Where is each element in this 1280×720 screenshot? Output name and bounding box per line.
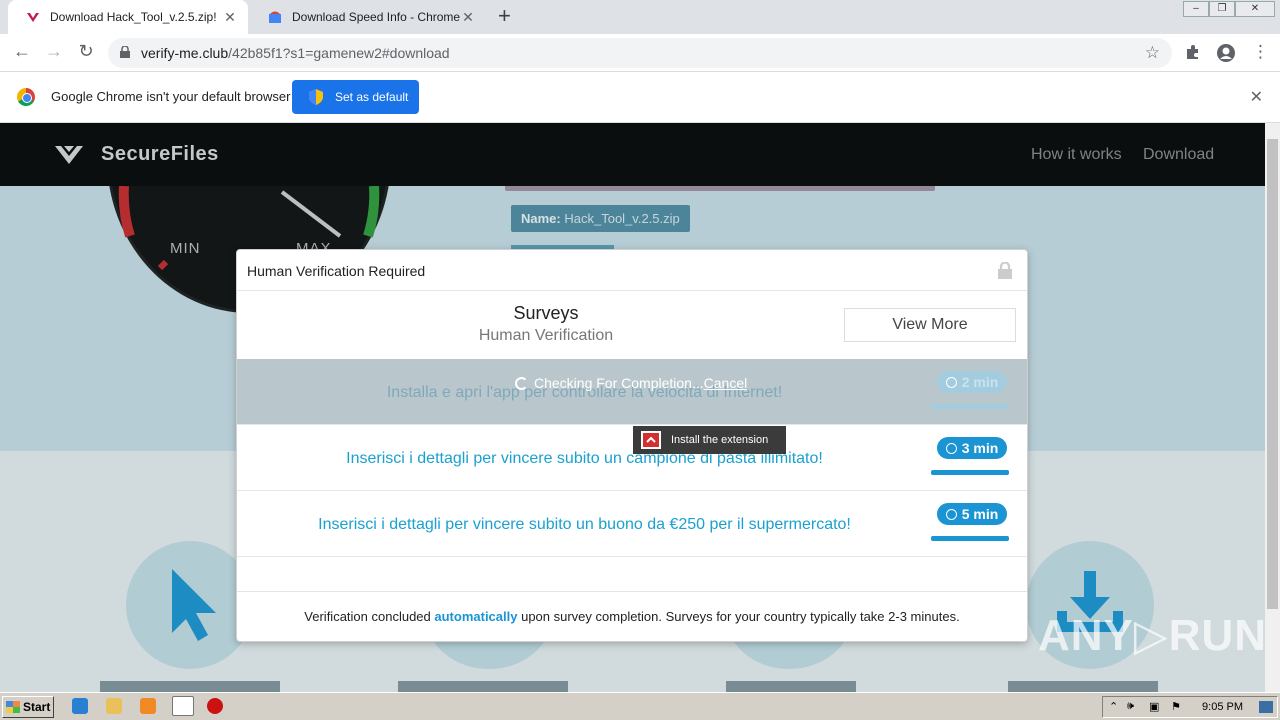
chrome-logo-icon [17,88,35,106]
install-extension-tooltip[interactable]: Install the extension [633,426,786,454]
menu-kebab-icon[interactable]: ⋮ [1252,42,1269,62]
footer-highlight: automatically [434,609,518,624]
footer-text-end: upon survey completion. Surveys for your… [517,609,960,624]
url-text: verify-me.club/42b85f1?s1=gamenew2#downl… [141,45,450,61]
scrollbar-thumb[interactable] [1267,139,1278,609]
spinner-icon [515,376,528,390]
tab-close-icon[interactable]: ✕ [222,9,238,25]
windows-logo-icon [6,701,20,713]
tray-arrow-icon[interactable]: ⌃ [1109,700,1118,713]
system-tray: ⌃ 🕪 ▣ ⚑ 9:05 PM [1102,696,1278,718]
start-button[interactable]: Start [2,696,54,718]
offer-time-badge: 3 min [937,437,1007,459]
address-bar[interactable]: verify-me.club/42b85f1?s1=gamenew2#downl… [108,38,1172,68]
anyrun-watermark: ANY▷RUN [1038,611,1268,660]
tab-close-icon[interactable]: ✕ [460,9,476,25]
clock-icon [945,376,957,388]
offer-progress-bar [931,536,1009,541]
opera-icon[interactable] [207,698,223,714]
page-scrollbar[interactable] [1265,123,1280,692]
modal-header: Human Verification Required [237,250,1027,291]
view-more-button[interactable]: View More [844,308,1016,342]
clock-time: 9:05 PM [1202,701,1243,713]
verification-modal: Human Verification Required Surveys Huma… [236,249,1028,642]
new-tab-button[interactable]: + [498,5,511,27]
offer-progress-bar [931,404,1009,409]
bookmark-star-icon[interactable]: ☆ [1145,43,1160,63]
extension-chevron-icon [641,431,661,449]
tab-download-speed-info[interactable]: Download Speed Info - Chrome Web ✕ [250,0,486,34]
cancel-link[interactable]: Cancel [704,375,748,391]
tooltip-text: Install the extension [671,434,769,446]
web-page: SecureFiles How it works Download MIN MA… [0,123,1265,692]
reload-icon[interactable]: ↻ [74,41,98,62]
tab-download-hack-tool[interactable]: Download Hack_Tool_v.2.5.zip! ✕ [8,0,248,34]
modal-footer: Verification concluded automatically upo… [237,591,1027,641]
offer-progress-bar [931,470,1009,475]
tab-title: Download Speed Info - Chrome Web [292,10,462,24]
webstore-favicon-icon [269,11,281,23]
show-desktop-icon[interactable] [1259,701,1273,713]
set-as-default-button[interactable]: Set as default [292,80,419,114]
url-path: /42b85f1?s1=gamenew2#download [228,45,450,61]
chrome-taskbar-icon[interactable] [172,696,194,716]
restore-icon[interactable]: ❐ [1209,1,1235,17]
network-icon[interactable]: ▣ [1149,700,1159,713]
surveys-subtitle: Human Verification [478,327,614,344]
offer-row[interactable]: Inserisci i dettagli per vincere subito … [237,425,1027,491]
explorer-folder-icon[interactable] [106,698,122,714]
back-icon[interactable]: ← [10,41,34,62]
padlock-icon [998,262,1012,279]
tab-strip: Download Hack_Tool_v.2.5.zip! ✕ Download… [0,0,1280,34]
flag-icon[interactable]: ⚑ [1171,700,1181,713]
window-close-icon[interactable]: ✕ [1235,1,1275,17]
offer-time-badge: 5 min [937,503,1007,525]
site-favicon-icon [27,13,39,22]
extensions-puzzle-icon[interactable] [1185,44,1201,60]
offer-time: 5 min [961,506,999,522]
media-player-icon[interactable] [140,698,156,714]
tab-title: Download Hack_Tool_v.2.5.zip! [50,10,217,24]
offer-row[interactable]: Inserisci i dettagli per vincere subito … [237,491,1027,557]
checking-text: Checking For Completion... [534,375,704,391]
surveys-title: Surveys [513,303,579,323]
forward-icon[interactable]: → [42,41,66,62]
modal-title: Human Verification Required [247,263,426,279]
offer-time: 2 min [961,374,999,390]
volume-icon[interactable]: 🕪 [1127,700,1134,713]
uac-shield-icon [309,89,323,105]
default-browser-infobar: Google Chrome isn't your default browser… [0,72,1280,123]
ie-icon[interactable] [72,698,88,714]
checking-status: Checking For Completion... Cancel [515,375,747,391]
profile-avatar-icon[interactable] [1216,43,1236,63]
lock-icon [120,46,130,58]
offer-time: 3 min [961,440,999,456]
infobar-close-icon[interactable]: ✕ [1250,87,1263,107]
infobar-message: Google Chrome isn't your default browser [51,89,291,104]
minimize-icon[interactable]: – [1183,1,1209,17]
browser-toolbar: ← → ↻ verify-me.club/42b85f1?s1=gamenew2… [0,34,1280,72]
offer-time-badge: 2 min [937,371,1007,393]
offer-text: Inserisci i dettagli per vincere subito … [346,450,823,467]
footer-text: Verification concluded [304,609,435,624]
offer-text: Inserisci i dettagli per vincere subito … [318,516,851,533]
url-host: verify-me.club [141,45,229,61]
start-label: Start [23,700,51,714]
set-as-default-label: Set as default [335,90,409,104]
windows-taskbar: Start ⌃ 🕪 ▣ ⚑ 9:05 PM [0,692,1280,720]
clock-icon [945,508,957,520]
clock-icon [945,442,957,454]
offer-row[interactable]: Installa e apri l'app per controllare la… [237,359,1027,425]
